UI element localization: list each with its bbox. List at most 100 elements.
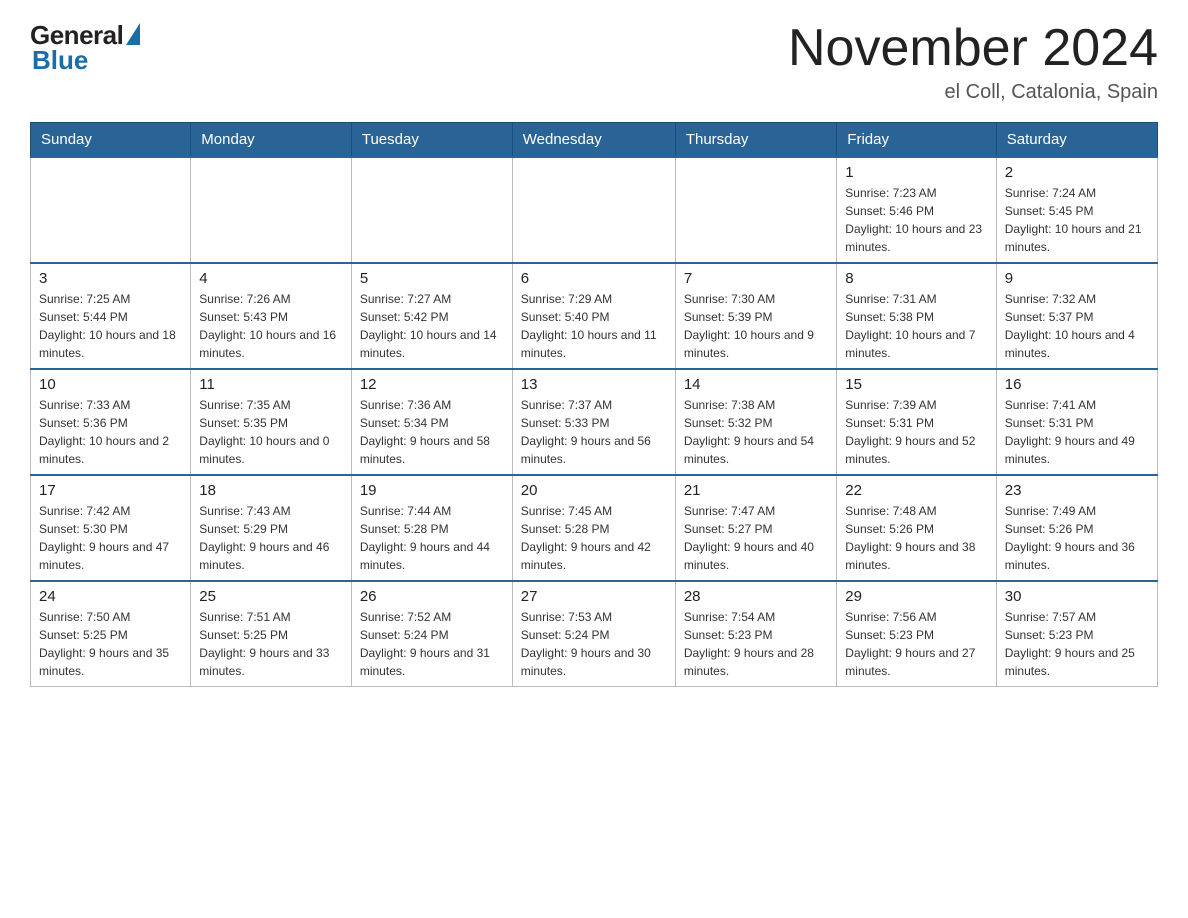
calendar-cell: 2 Sunrise: 7:24 AM Sunset: 5:45 PM Daylig… [996,157,1157,263]
day-number: 21 [684,482,828,499]
calendar-cell: 15 Sunrise: 7:39 AM Sunset: 5:31 PM Dayli… [837,369,996,475]
day-number: 1 [845,164,987,181]
logo: General Blue [30,20,140,76]
day-info: Sunrise: 7:41 AM Sunset: 5:31 PM Dayligh… [1005,396,1149,468]
calendar-cell [31,157,191,263]
day-number: 12 [360,376,504,393]
calendar-cell: 7Sunrise: 7:30 AM Sunset: 5:39 PM Daylig… [675,263,836,369]
day-number: 29 [845,588,987,605]
day-info: Sunrise: 7:52 AM Sunset: 5:24 PM Dayligh… [360,608,504,680]
day-info: Sunrise: 7:50 AM Sunset: 5:25 PM Dayligh… [39,608,182,680]
day-number: 15 [845,376,987,393]
day-number: 20 [521,482,667,499]
calendar-cell: 22 Sunrise: 7:48 AM Sunset: 5:26 PM Dayli… [837,475,996,581]
day-info: Sunrise: 7:57 AM Sunset: 5:23 PM Dayligh… [1005,608,1149,680]
week-row: 3 Sunrise: 7:25 AM Sunset: 5:44 PM Daylig… [31,263,1158,369]
day-number: 22 [845,482,987,499]
day-number: 2 [1005,164,1149,181]
calendar-cell [191,157,352,263]
title-block: November 2024 el Coll, Catalonia, Spain [788,20,1158,104]
calendar-cell: 13 Sunrise: 7:37 AM Sunset: 5:33 PM Dayli… [512,369,675,475]
day-info: Sunrise: 7:45 AM Sunset: 5:28 PM Dayligh… [521,502,667,574]
day-info: Sunrise: 7:23 AM Sunset: 5:46 PM Dayligh… [845,184,987,256]
day-number: 16 [1005,376,1149,393]
day-of-week-header: Tuesday [351,123,512,158]
day-info: Sunrise: 7:47 AM Sunset: 5:27 PM Dayligh… [684,502,828,574]
week-row: 1 Sunrise: 7:23 AM Sunset: 5:46 PM Daylig… [31,157,1158,263]
calendar-cell [675,157,836,263]
day-number: 5 [360,270,504,287]
calendar-cell: 4 Sunrise: 7:26 AM Sunset: 5:43 PM Daylig… [191,263,352,369]
calendar-cell: 1 Sunrise: 7:23 AM Sunset: 5:46 PM Daylig… [837,157,996,263]
logo-triangle-icon [126,23,140,45]
calendar-cell: 10Sunrise: 7:33 AM Sunset: 5:36 PM Dayli… [31,369,191,475]
day-of-week-header: Wednesday [512,123,675,158]
day-info: Sunrise: 7:35 AM Sunset: 5:35 PM Dayligh… [199,396,343,468]
day-info: Sunrise: 7:44 AM Sunset: 5:28 PM Dayligh… [360,502,504,574]
day-of-week-header: Monday [191,123,352,158]
day-of-week-header: Saturday [996,123,1157,158]
day-number: 17 [39,482,182,499]
day-number: 26 [360,588,504,605]
day-number: 11 [199,376,343,393]
page-header: General Blue November 2024 el Coll, Cata… [30,20,1158,104]
calendar-cell: 27 Sunrise: 7:53 AM Sunset: 5:24 PM Dayli… [512,581,675,687]
calendar-cell: 25 Sunrise: 7:51 AM Sunset: 5:25 PM Dayli… [191,581,352,687]
logo-blue-text: Blue [32,45,88,76]
day-info: Sunrise: 7:49 AM Sunset: 5:26 PM Dayligh… [1005,502,1149,574]
day-of-week-header: Sunday [31,123,191,158]
calendar-cell: 18Sunrise: 7:43 AM Sunset: 5:29 PM Dayli… [191,475,352,581]
day-info: Sunrise: 7:24 AM Sunset: 5:45 PM Dayligh… [1005,184,1149,256]
calendar-cell: 12 Sunrise: 7:36 AM Sunset: 5:34 PM Dayli… [351,369,512,475]
day-number: 8 [845,270,987,287]
calendar-cell: 16 Sunrise: 7:41 AM Sunset: 5:31 PM Dayli… [996,369,1157,475]
day-info: Sunrise: 7:54 AM Sunset: 5:23 PM Dayligh… [684,608,828,680]
day-info: Sunrise: 7:51 AM Sunset: 5:25 PM Dayligh… [199,608,343,680]
day-info: Sunrise: 7:27 AM Sunset: 5:42 PM Dayligh… [360,290,504,362]
day-info: Sunrise: 7:38 AM Sunset: 5:32 PM Dayligh… [684,396,828,468]
day-number: 28 [684,588,828,605]
day-info: Sunrise: 7:36 AM Sunset: 5:34 PM Dayligh… [360,396,504,468]
day-number: 23 [1005,482,1149,499]
calendar-cell: 29 Sunrise: 7:56 AM Sunset: 5:23 PM Dayli… [837,581,996,687]
calendar-cell: 28 Sunrise: 7:54 AM Sunset: 5:23 PM Dayli… [675,581,836,687]
calendar-cell: 20 Sunrise: 7:45 AM Sunset: 5:28 PM Dayli… [512,475,675,581]
day-number: 27 [521,588,667,605]
day-info: Sunrise: 7:53 AM Sunset: 5:24 PM Dayligh… [521,608,667,680]
calendar-cell: 17Sunrise: 7:42 AM Sunset: 5:30 PM Dayli… [31,475,191,581]
day-info: Sunrise: 7:56 AM Sunset: 5:23 PM Dayligh… [845,608,987,680]
day-info: Sunrise: 7:37 AM Sunset: 5:33 PM Dayligh… [521,396,667,468]
calendar-cell: 19Sunrise: 7:44 AM Sunset: 5:28 PM Dayli… [351,475,512,581]
day-info: Sunrise: 7:30 AM Sunset: 5:39 PM Dayligh… [684,290,828,362]
day-of-week-header: Friday [837,123,996,158]
day-number: 24 [39,588,182,605]
day-info: Sunrise: 7:39 AM Sunset: 5:31 PM Dayligh… [845,396,987,468]
location-text: el Coll, Catalonia, Spain [788,81,1158,104]
calendar-cell: 3 Sunrise: 7:25 AM Sunset: 5:44 PM Daylig… [31,263,191,369]
day-number: 25 [199,588,343,605]
calendar-cell [351,157,512,263]
day-info: Sunrise: 7:26 AM Sunset: 5:43 PM Dayligh… [199,290,343,362]
day-info: Sunrise: 7:29 AM Sunset: 5:40 PM Dayligh… [521,290,667,362]
day-number: 30 [1005,588,1149,605]
day-number: 3 [39,270,182,287]
day-number: 13 [521,376,667,393]
calendar-cell: 21 Sunrise: 7:47 AM Sunset: 5:27 PM Dayli… [675,475,836,581]
day-info: Sunrise: 7:25 AM Sunset: 5:44 PM Dayligh… [39,290,182,362]
calendar-cell: 6Sunrise: 7:29 AM Sunset: 5:40 PM Daylig… [512,263,675,369]
day-number: 10 [39,376,182,393]
calendar-cell: 9Sunrise: 7:32 AM Sunset: 5:37 PM Daylig… [996,263,1157,369]
day-number: 4 [199,270,343,287]
calendar-cell: 11 Sunrise: 7:35 AM Sunset: 5:35 PM Dayli… [191,369,352,475]
calendar-cell: 26 Sunrise: 7:52 AM Sunset: 5:24 PM Dayli… [351,581,512,687]
calendar-cell: 8Sunrise: 7:31 AM Sunset: 5:38 PM Daylig… [837,263,996,369]
calendar-cell: 23 Sunrise: 7:49 AM Sunset: 5:26 PM Dayli… [996,475,1157,581]
day-of-week-header: Thursday [675,123,836,158]
day-number: 18 [199,482,343,499]
calendar-cell: 30 Sunrise: 7:57 AM Sunset: 5:23 PM Dayli… [996,581,1157,687]
calendar-cell: 5 Sunrise: 7:27 AM Sunset: 5:42 PM Daylig… [351,263,512,369]
week-row: 10Sunrise: 7:33 AM Sunset: 5:36 PM Dayli… [31,369,1158,475]
calendar-table: SundayMondayTuesdayWednesdayThursdayFrid… [30,122,1158,687]
day-info: Sunrise: 7:48 AM Sunset: 5:26 PM Dayligh… [845,502,987,574]
calendar-header-row: SundayMondayTuesdayWednesdayThursdayFrid… [31,123,1158,158]
